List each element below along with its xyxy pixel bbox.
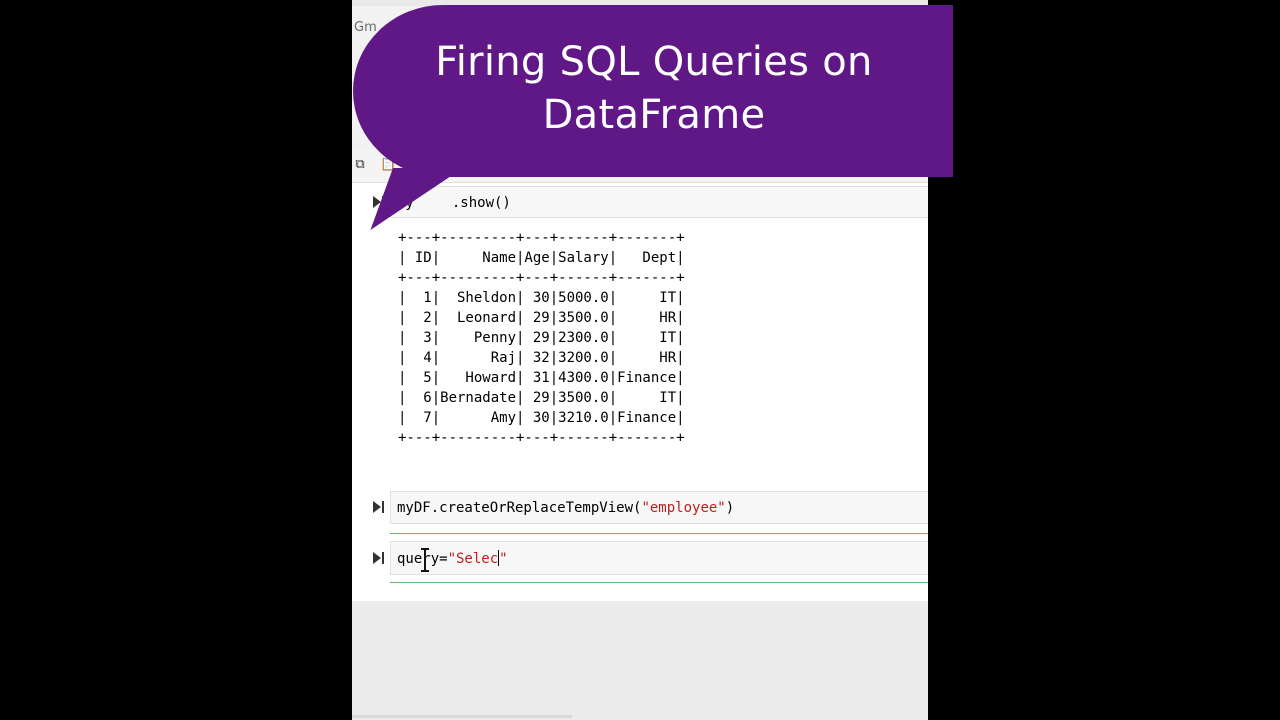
code-cell-temp-view[interactable]: myDF.createOrReplaceTempView("employee") [390,491,928,524]
code-text-suffix: .show() [451,195,511,211]
title-line-2: DataFrame [542,92,766,138]
horizontal-scrollbar[interactable] [352,715,572,718]
active-cell-border-bottom [390,582,928,583]
browser-tab-label[interactable]: Gm [354,20,377,35]
title-line-1: Firing SQL Queries on [435,39,873,85]
video-title: Firing SQL Queries on DataFrame [392,36,916,142]
code-text-close: ) [725,500,735,516]
code-text: myDF.createOrReplaceTempView( [397,500,642,516]
string-literal: "Selec [447,551,499,567]
run-cell-icon[interactable] [373,551,387,565]
code-cell-show[interactable]: my .show() [390,186,928,218]
dataframe-show-output: +---+---------+---+------+-------+ | ID|… [398,230,685,446]
page-background [352,601,928,720]
copy-icon[interactable]: ⧉ [352,156,368,174]
string-literal: "employee" [641,500,726,516]
active-cell-border-top [390,533,928,534]
code-cell-query-editor[interactable]: query="Selec" [390,541,928,575]
run-cell-icon[interactable] [373,500,387,514]
mouse-ibeam-cursor-icon [421,548,429,572]
string-close-quote: " [499,551,508,567]
